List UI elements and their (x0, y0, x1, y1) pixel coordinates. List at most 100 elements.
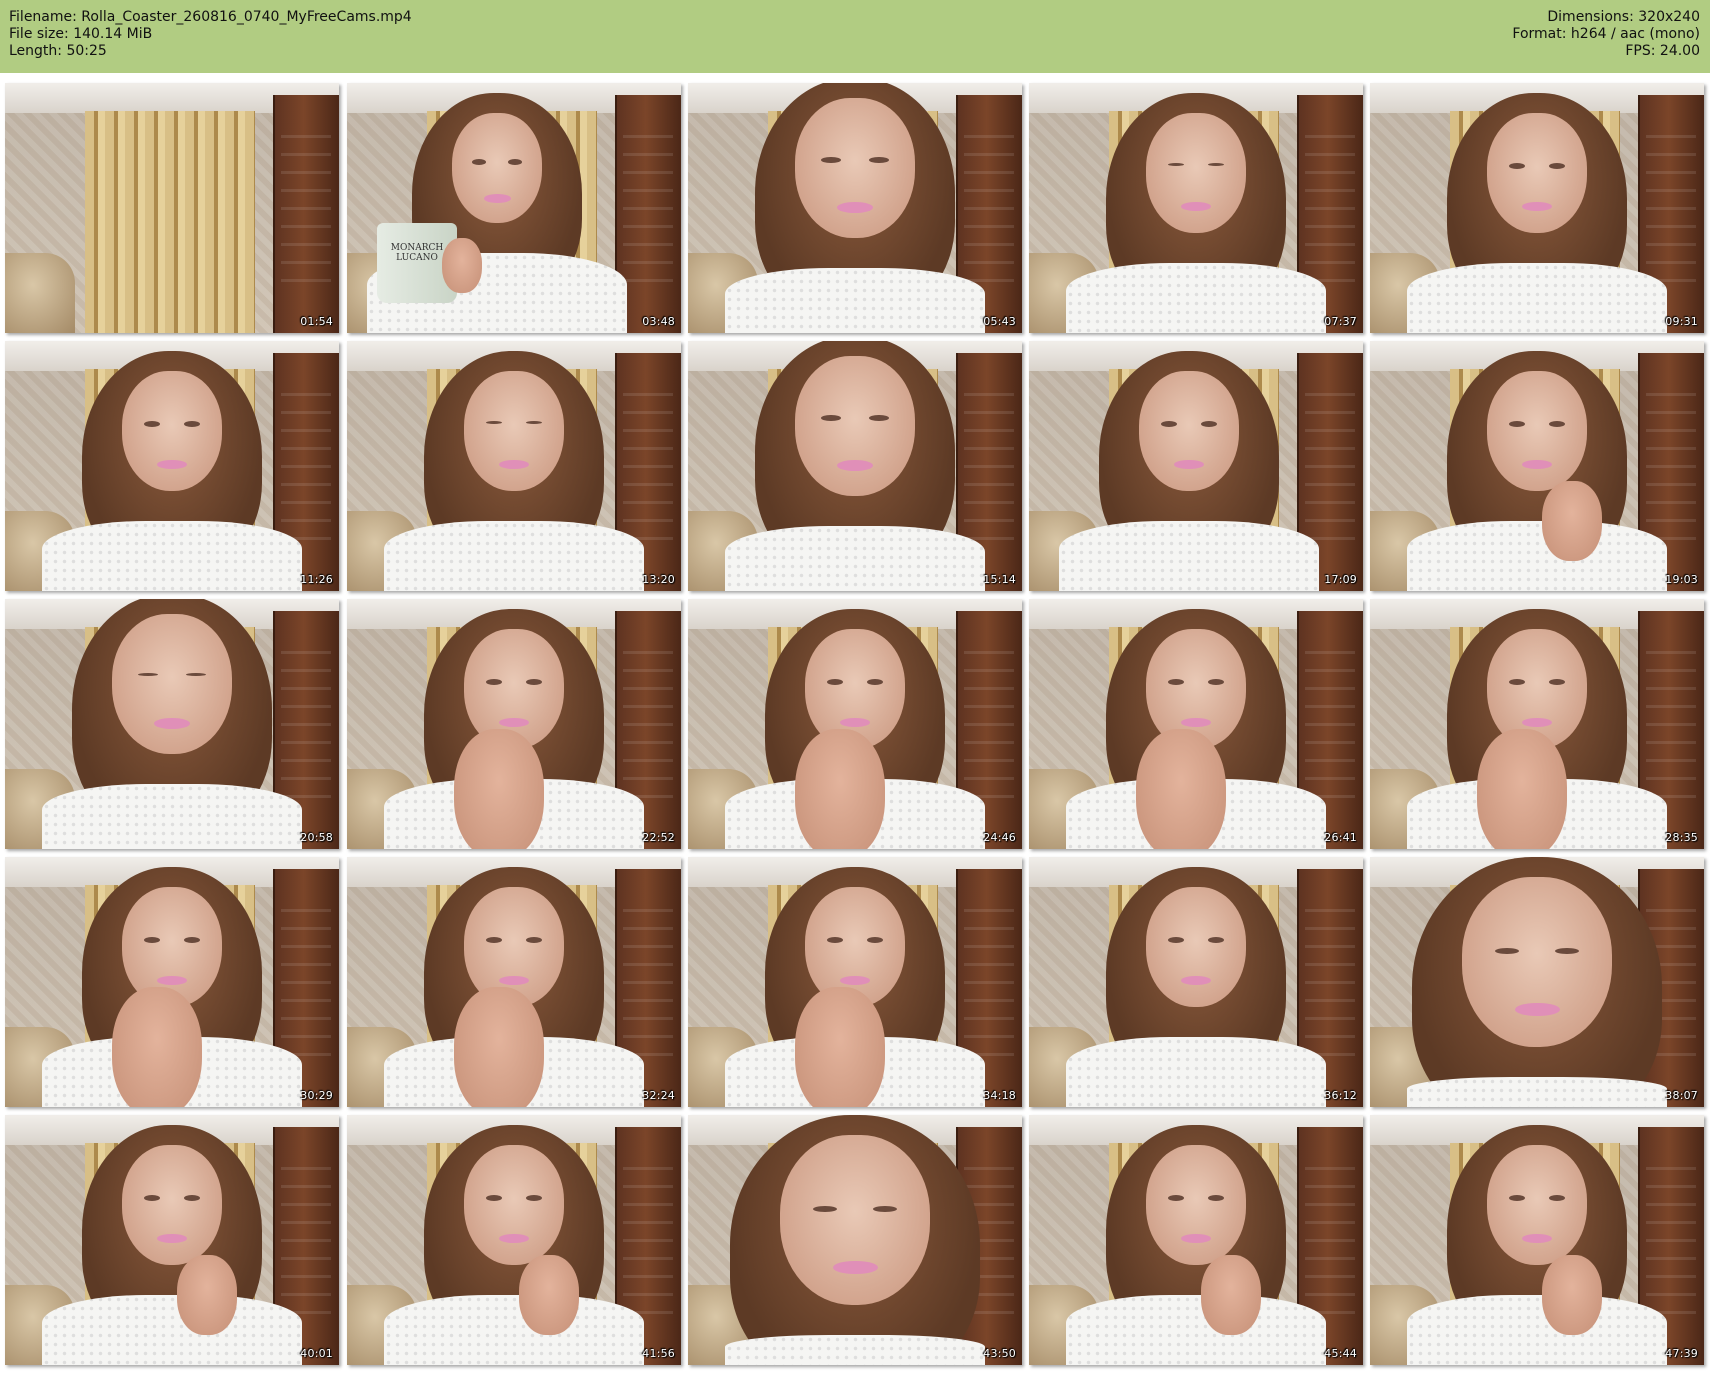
watermark-logo (946, 345, 1016, 355)
thumbnail-timestamp: 11:26 (300, 573, 333, 586)
watermark-logo (1628, 603, 1698, 613)
thumbnail-timestamp: 38:07 (1665, 1089, 1698, 1102)
face (1462, 877, 1612, 1047)
knee (454, 987, 544, 1107)
video-thumbnail[interactable]: 34:18 (688, 857, 1022, 1107)
video-thumbnail[interactable]: 17:09 (1029, 341, 1363, 591)
video-thumbnail[interactable]: 28:35 (1370, 599, 1704, 849)
watermark-logo (1287, 87, 1357, 97)
watermark-logo (946, 861, 1016, 871)
lips (1514, 1002, 1560, 1017)
video-thumbnail[interactable]: 22:52 (347, 599, 681, 849)
watermark-logo (605, 1119, 675, 1129)
face (452, 113, 542, 223)
thumbnail-timestamp: 30:29 (300, 1089, 333, 1102)
face (1146, 887, 1246, 1007)
face (795, 98, 915, 238)
lace-blouse (42, 784, 302, 849)
knee (795, 729, 885, 849)
lace-blouse (1066, 1295, 1326, 1365)
thumbnail-timestamp: 01:54 (300, 315, 333, 328)
thumbnail-timestamp: 09:31 (1665, 315, 1698, 328)
video-thumbnail[interactable]: 19:03 (1370, 341, 1704, 591)
lips (837, 459, 873, 471)
video-thumbnail[interactable]: 11:26 (5, 341, 339, 591)
lace-blouse (384, 1295, 644, 1365)
video-thumbnail[interactable]: 01:54 (5, 83, 339, 333)
knee (795, 987, 885, 1107)
watermark-logo (946, 1119, 1016, 1129)
video-thumbnail[interactable]: 05:43 (688, 83, 1022, 333)
hand (442, 238, 482, 293)
thumbnail-timestamp: 36:12 (1324, 1089, 1357, 1102)
watermark-logo (263, 603, 333, 613)
watermark-logo (605, 345, 675, 355)
left-eye (821, 414, 841, 421)
video-thumbnail[interactable]: 41:56 (347, 1115, 681, 1365)
watermark-logo (1287, 603, 1357, 613)
video-thumbnail[interactable]: 45:44 (1029, 1115, 1363, 1365)
watermark-logo (605, 861, 675, 871)
hand (1542, 1255, 1602, 1335)
lips (832, 1260, 878, 1275)
right-eye (186, 672, 206, 676)
thumbnail-timestamp: 17:09 (1324, 573, 1357, 586)
watermark-logo (263, 87, 333, 97)
thumbnail-timestamp: 41:56 (642, 1347, 675, 1360)
video-thumbnail[interactable]: 36:12 (1029, 857, 1363, 1107)
thumbnail-timestamp: 47:39 (1665, 1347, 1698, 1360)
lace-blouse (1066, 1037, 1326, 1107)
knee (1477, 729, 1567, 849)
face (780, 1135, 930, 1305)
knee (112, 987, 202, 1107)
lace-blouse (725, 1335, 985, 1365)
hand (519, 1255, 579, 1335)
video-thumbnail[interactable]: 15:14 (688, 341, 1022, 591)
watermark-logo (1628, 1119, 1698, 1129)
video-thumbnail[interactable]: 07:37 (1029, 83, 1363, 333)
watermark-logo (605, 603, 675, 613)
thumbnail-timestamp: 34:18 (983, 1089, 1016, 1102)
video-thumbnail[interactable]: 47:39 (1370, 1115, 1704, 1365)
face (464, 1145, 564, 1265)
watermark-logo (1628, 345, 1698, 355)
watermark-logo (1287, 1119, 1357, 1129)
thumbnail-timestamp: 28:35 (1665, 831, 1698, 844)
lace-blouse (1407, 1077, 1667, 1107)
video-thumbnail[interactable]: MONARCH LUCANO 03:48 (347, 83, 681, 333)
video-thumbnail[interactable]: 32:24 (347, 857, 681, 1107)
thumbnail-timestamp: 26:41 (1324, 831, 1357, 844)
lace-blouse (1407, 263, 1667, 333)
watermark-logo (1287, 861, 1357, 871)
hand (177, 1255, 237, 1335)
right-eye (869, 156, 889, 163)
video-thumbnail[interactable]: 20:58 (5, 599, 339, 849)
video-thumbnail[interactable]: 24:46 (688, 599, 1022, 849)
video-thumbnail[interactable]: 30:29 (5, 857, 339, 1107)
face (1487, 113, 1587, 233)
knee (454, 729, 544, 849)
video-thumbnail[interactable]: 38:07 (1370, 857, 1704, 1107)
watermark-logo (946, 603, 1016, 613)
face (1487, 371, 1587, 491)
watermark-logo (263, 861, 333, 871)
thumbnail-timestamp: 24:46 (983, 831, 1016, 844)
thumbnail-timestamp: 43:50 (983, 1347, 1016, 1360)
thumbnail-timestamp: 32:24 (642, 1089, 675, 1102)
face (1146, 113, 1246, 233)
video-thumbnail[interactable]: 40:01 (5, 1115, 339, 1365)
face (1146, 1145, 1246, 1265)
lace-blouse (725, 268, 985, 333)
face (464, 371, 564, 491)
face (795, 356, 915, 496)
face (112, 614, 232, 754)
thumbnail-timestamp: 20:58 (300, 831, 333, 844)
watermark-logo (263, 345, 333, 355)
video-thumbnail[interactable]: 09:31 (1370, 83, 1704, 333)
video-thumbnail[interactable]: 43:50 (688, 1115, 1022, 1365)
lace-blouse (725, 526, 985, 591)
video-thumbnail[interactable]: 26:41 (1029, 599, 1363, 849)
lips (154, 717, 190, 729)
thumbnail-timestamp: 40:01 (300, 1347, 333, 1360)
video-thumbnail[interactable]: 13:20 (347, 341, 681, 591)
